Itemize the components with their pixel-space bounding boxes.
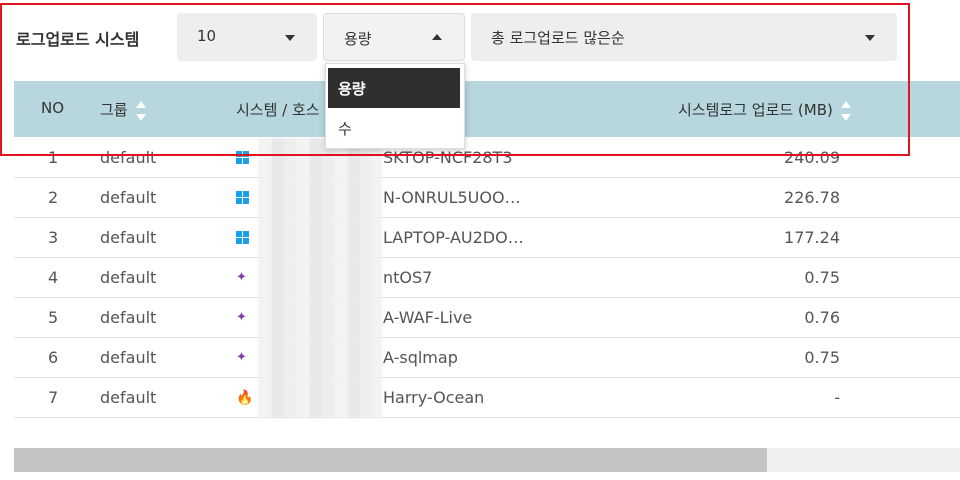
redacted-hostname — [258, 218, 382, 258]
fire-icon: 🔥 — [236, 390, 254, 406]
row-no: 5 — [48, 308, 59, 327]
windows-icon — [236, 231, 250, 245]
row-group: default — [100, 268, 157, 287]
centos-icon: ✦ — [236, 270, 247, 285]
centos-icon: ✦ — [236, 350, 247, 365]
row-host[interactable]: LAPTOP-AU2DO… — [383, 228, 524, 247]
table-row[interactable]: 4 default ✦ ntOS7 0.75 — [14, 258, 960, 298]
redacted-hostname — [258, 298, 382, 338]
metric-dropdown-menu: 용량 수 — [325, 63, 465, 149]
row-host[interactable]: A-WAF-Live — [383, 308, 472, 327]
dropdown-option-size[interactable]: 용량 — [328, 68, 460, 108]
horizontal-scrollbar[interactable] — [14, 448, 960, 472]
table-row[interactable]: 3 default LAPTOP-AU2DO… 177.24 — [14, 218, 960, 258]
scrollbar-thumb[interactable] — [14, 448, 767, 472]
row-group: default — [100, 308, 157, 327]
dropdown-option-count[interactable]: 수 — [328, 108, 460, 148]
table-row[interactable]: 5 default ✦ A-WAF-Live 0.76 — [14, 298, 960, 338]
row-group: default — [100, 348, 157, 367]
centos-icon: ✦ — [236, 310, 247, 325]
redacted-hostname — [258, 178, 382, 218]
row-group: default — [100, 188, 157, 207]
row-host[interactable]: Harry-Ocean — [383, 388, 484, 407]
row-size: 0.75 — [804, 348, 840, 367]
row-no: 6 — [48, 348, 59, 367]
redacted-hostname — [258, 258, 382, 298]
row-no: 7 — [48, 388, 59, 407]
windows-icon — [236, 191, 250, 205]
row-group: default — [100, 228, 157, 247]
redacted-hostname — [258, 378, 382, 418]
row-host[interactable]: A-sqlmap — [383, 348, 458, 367]
row-size: - — [834, 388, 840, 407]
redacted-hostname — [258, 338, 382, 378]
row-group: default — [100, 388, 157, 407]
table-row[interactable]: 2 default N-ONRUL5UOO… 226.78 — [14, 178, 960, 218]
row-no: 3 — [48, 228, 59, 247]
row-host[interactable]: ntOS7 — [383, 268, 432, 287]
row-size: 177.24 — [784, 228, 840, 247]
row-no: 4 — [48, 268, 59, 287]
row-host[interactable]: N-ONRUL5UOO… — [383, 188, 521, 207]
row-size: 0.76 — [804, 308, 840, 327]
row-size: 226.78 — [784, 188, 840, 207]
row-size: 0.75 — [804, 268, 840, 287]
table-row[interactable]: 7 default 🔥 Harry-Ocean - — [14, 378, 960, 418]
row-no: 2 — [48, 188, 59, 207]
table-row[interactable]: 6 default ✦ A-sqlmap 0.75 — [14, 338, 960, 378]
